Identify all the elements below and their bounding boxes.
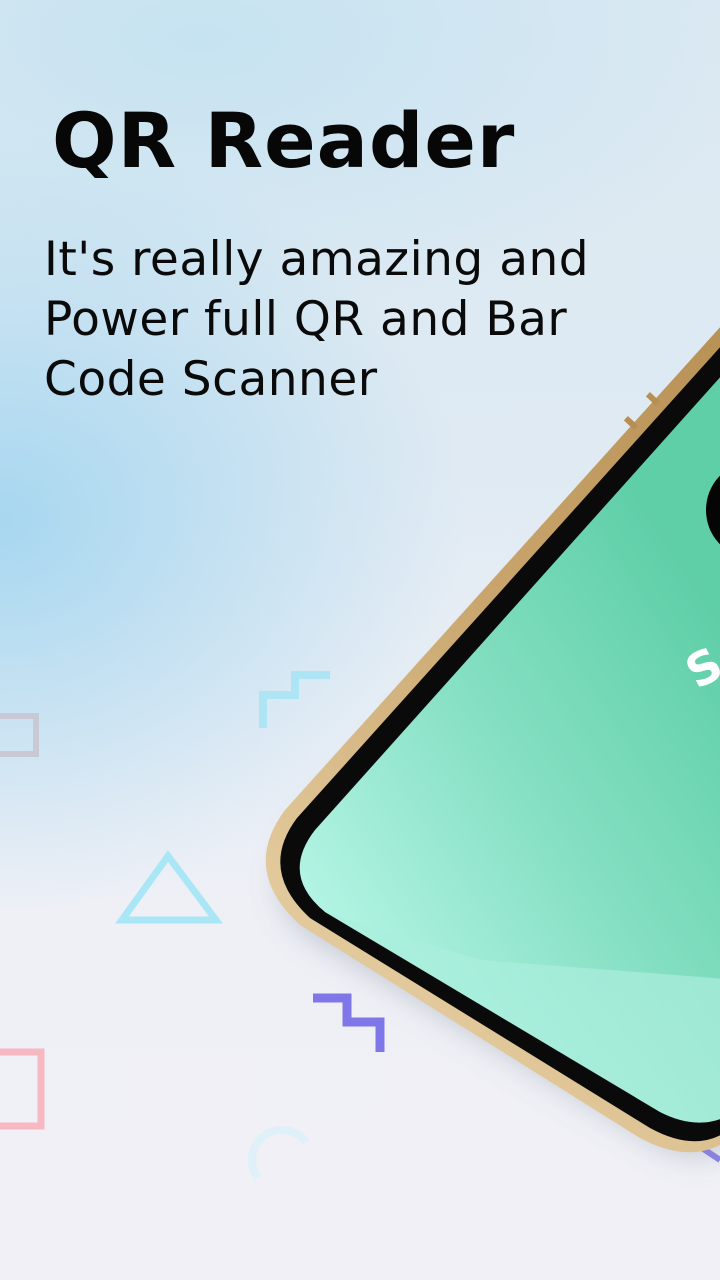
phone-mockup: S (265, 327, 720, 1157)
subtitle-line-3: Code Scanner (44, 352, 378, 407)
subtitle-line-2: Power full QR and Bar (44, 292, 568, 347)
page-title: QR Reader (52, 96, 516, 185)
subtitle: It's really amazing and Power full QR an… (44, 230, 684, 410)
subtitle-line-1: It's really amazing and (44, 232, 590, 287)
